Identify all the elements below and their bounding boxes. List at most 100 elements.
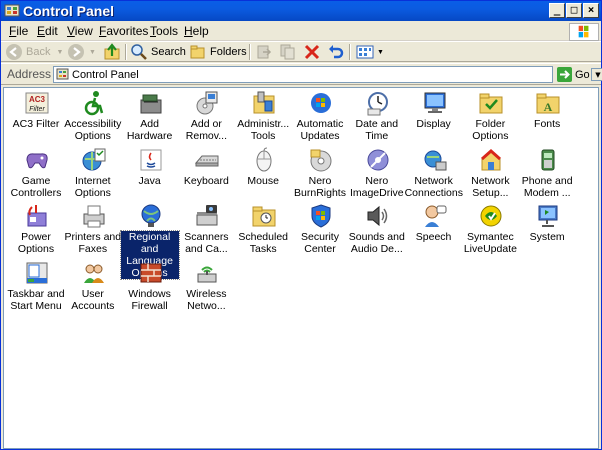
- cpl-item-mouse[interactable]: Mouse: [234, 147, 292, 203]
- cpl-item-scheduled-tasks[interactable]: Scheduled Tasks: [234, 203, 292, 259]
- cpl-item-ac3-filter[interactable]: AC3 Filter AC3 Filter: [7, 90, 65, 146]
- cpl-item-label: Network Connections: [404, 174, 463, 199]
- cpl-item-label: Mouse: [247, 174, 279, 187]
- folders-icon: [190, 45, 205, 59]
- cpl-item-scanners-cameras[interactable]: Scanners and Ca...: [177, 203, 235, 259]
- cpl-item-security-center[interactable]: Security Center: [291, 203, 349, 259]
- folder-options-icon: [478, 90, 504, 116]
- cpl-item-administrative-tools[interactable]: Administr... Tools: [234, 90, 292, 146]
- close-button[interactable]: ×: [583, 3, 599, 18]
- cpl-item-label: Symantec LiveUpdate: [463, 231, 517, 255]
- cpl-item-label: Add Hardware: [126, 118, 173, 142]
- up-button[interactable]: [103, 43, 121, 61]
- cpl-item-folder-options[interactable]: Folder Options: [461, 90, 519, 146]
- back-button[interactable]: Back ▼: [5, 43, 63, 61]
- cpl-item-label: Add or Remov...: [185, 118, 227, 142]
- window-title: Control Panel: [23, 3, 115, 19]
- windows-logo-icon: [569, 23, 599, 41]
- cpl-item-label: Nero BurnRights: [294, 174, 346, 199]
- move-to-button[interactable]: [255, 43, 273, 61]
- cpl-item-label: System: [529, 231, 565, 243]
- cpl-item-label: Date and Time: [355, 118, 399, 142]
- menu-tools[interactable]: Tools: [150, 24, 178, 38]
- ac3-filter-icon: AC3 Filter: [24, 90, 50, 116]
- views-icon: [356, 45, 374, 59]
- cpl-item-fonts[interactable]: A Fonts: [518, 90, 576, 146]
- cpl-item-label: Internet Options: [74, 174, 111, 199]
- forward-button[interactable]: ▼: [67, 43, 96, 61]
- cpl-item-wireless-network[interactable]: Wireless Netwo...: [177, 260, 235, 316]
- search-button[interactable]: Search: [130, 43, 186, 61]
- keyboard-icon: [194, 147, 220, 173]
- cpl-item-label: User Accounts: [71, 287, 115, 312]
- cpl-item-internet-options[interactable]: Internet Options: [64, 147, 122, 203]
- delete-button[interactable]: [303, 43, 321, 61]
- cpl-item-java[interactable]: Java: [121, 147, 179, 203]
- copy-to-button[interactable]: [279, 43, 297, 61]
- cpl-item-label: AC3 Filter: [12, 118, 60, 130]
- address-input[interactable]: Control Panel ▼: [53, 66, 602, 83]
- cpl-item-network-connections[interactable]: Network Connections: [405, 147, 463, 203]
- cpl-item-network-setup[interactable]: Network Setup...: [461, 147, 519, 203]
- network-setup-icon: [478, 147, 504, 173]
- folders-button[interactable]: Folders: [189, 43, 247, 61]
- items-view: AC3 Filter AC3 Filter Accessibility Options…: [3, 87, 599, 449]
- cpl-item-label: Nero ImageDrive: [349, 174, 404, 199]
- cpl-item-phone-modem[interactable]: Phone and Modem ...: [518, 147, 576, 203]
- cpl-item-taskbar-start-menu[interactable]: Taskbar and Start Menu: [7, 260, 65, 316]
- cpl-item-automatic-updates[interactable]: Automatic Updates: [291, 90, 349, 146]
- cpl-item-user-accounts[interactable]: User Accounts: [64, 260, 122, 316]
- cpl-item-label: Scanners and Ca...: [184, 231, 229, 255]
- menu-favorites[interactable]: Favorites: [99, 24, 148, 38]
- cpl-item-regional-language[interactable]: Regional and Language Options: [119, 203, 180, 280]
- cpl-item-add-hardware[interactable]: Add Hardware: [121, 90, 179, 146]
- cpl-item-nero-imagedrive[interactable]: Nero ImageDrive: [348, 147, 406, 203]
- forward-arrow-icon: [68, 44, 84, 60]
- menu-help[interactable]: Help: [184, 24, 209, 38]
- back-arrow-icon: [6, 44, 22, 60]
- control-panel-small-icon: [56, 68, 69, 81]
- menu-file[interactable]: File: [9, 24, 28, 38]
- cpl-item-accessibility[interactable]: Accessibility Options: [64, 90, 122, 146]
- nero-imagedrive-icon: [365, 147, 391, 173]
- cpl-item-nero-burnrights[interactable]: Nero BurnRights: [291, 147, 349, 203]
- menu-edit[interactable]: Edit: [37, 24, 58, 38]
- cpl-item-sounds-audio[interactable]: Sounds and Audio De...: [348, 203, 406, 259]
- cpl-item-power-options[interactable]: Power Options: [7, 203, 65, 259]
- cpl-item-system[interactable]: System: [518, 203, 576, 259]
- cpl-item-printers-faxes[interactable]: Printers and Faxes: [64, 203, 122, 259]
- standard-toolbar: Back ▼ ▼ Search Folders ▼: [1, 41, 601, 62]
- go-label: Go: [575, 68, 590, 81]
- regional-language-icon: [138, 203, 164, 229]
- phone-modem-icon: [535, 147, 561, 173]
- svg-text:AC3: AC3: [29, 95, 46, 104]
- cpl-item-keyboard[interactable]: Keyboard: [177, 147, 235, 203]
- move-to-icon: [257, 45, 272, 59]
- svg-text:Filter: Filter: [29, 106, 45, 113]
- nero-burnrights-icon: [308, 147, 334, 173]
- cpl-item-speech[interactable]: Speech: [405, 203, 463, 259]
- folder-up-icon: [104, 43, 120, 60]
- cpl-item-symantec-liveupdate[interactable]: Symantec LiveUpdate: [461, 203, 519, 259]
- cpl-item-windows-firewall[interactable]: Windows Firewall: [121, 260, 179, 316]
- cpl-item-display[interactable]: Display: [405, 90, 463, 146]
- minimize-button[interactable]: _: [549, 3, 565, 18]
- search-label: Search: [151, 46, 186, 58]
- views-button[interactable]: ▼: [355, 43, 384, 61]
- cpl-item-label: Network Setup...: [471, 174, 510, 199]
- undo-button[interactable]: [327, 43, 345, 61]
- windows-firewall-icon: [138, 260, 164, 286]
- maximize-button[interactable]: □: [566, 3, 582, 18]
- toolbar-separator: [125, 44, 127, 60]
- game-controllers-icon: [24, 147, 50, 173]
- cpl-item-label: Wireless Netwo...: [186, 287, 227, 312]
- cpl-item-add-remove-programs[interactable]: Add or Remov...: [177, 90, 235, 146]
- menu-view[interactable]: View: [67, 24, 93, 38]
- cpl-item-label: Phone and Modem ...: [521, 174, 573, 199]
- go-button[interactable]: Go: [557, 67, 590, 82]
- address-dropdown-button[interactable]: ▼: [591, 68, 602, 81]
- title-bar[interactable]: Control Panel _ □ ×: [1, 1, 601, 21]
- cpl-item-date-time[interactable]: Date and Time: [348, 90, 406, 146]
- cpl-item-label: Printers and Faxes: [64, 231, 122, 255]
- cpl-item-game-controllers[interactable]: Game Controllers: [7, 147, 65, 203]
